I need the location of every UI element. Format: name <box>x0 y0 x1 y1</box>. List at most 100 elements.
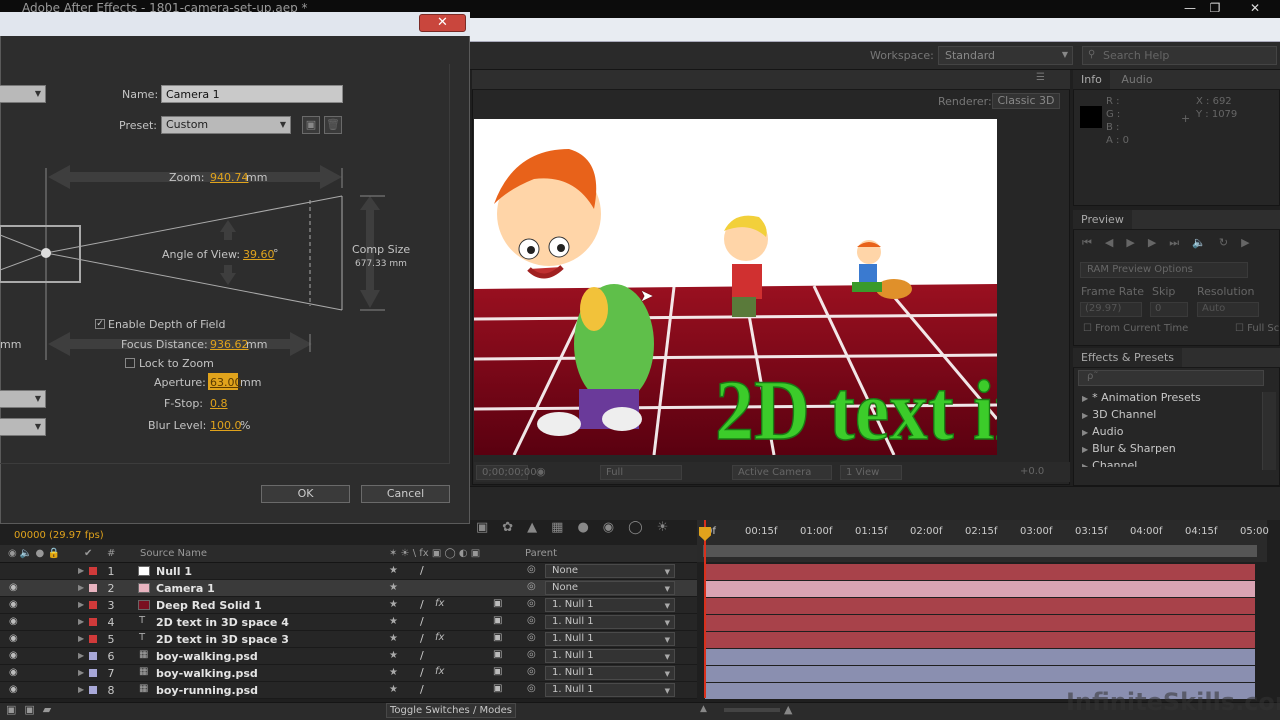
toggle-switches-modes-button[interactable]: Toggle Switches / Modes <box>386 703 516 718</box>
full-screen-checkbox[interactable]: ☐ Full Screen <box>1235 323 1280 334</box>
resolution-select[interactable]: Full <box>600 465 682 480</box>
tab-preview[interactable]: Preview <box>1073 210 1132 229</box>
layer-row[interactable]: ▶ 1 Null 1 ★ / ◎ None ▼ <box>0 563 697 580</box>
parent-select[interactable]: None ▼ <box>545 564 675 578</box>
timeline-tool-icons[interactable]: ▣✿▲▦●◉◯☀ <box>472 520 697 542</box>
fx-switch-icon[interactable]: fx <box>435 632 444 643</box>
fx-item[interactable]: ▶ * Animation Presets <box>1082 391 1201 404</box>
comp-timecode[interactable]: 0;00;00;00 <box>476 465 537 480</box>
focus-distance-value[interactable]: 936.62 <box>210 338 249 351</box>
eye-icon[interactable]: ◉ <box>9 684 18 695</box>
layer-name[interactable]: Camera 1 <box>156 582 215 595</box>
units-select[interactable]: ▼ <box>0 390 46 408</box>
3d-layer-icon[interactable]: ▣ <box>493 598 502 609</box>
expand-triangle-icon[interactable]: ▶ <box>78 634 84 643</box>
layer-name[interactable]: boy-walking.psd <box>156 667 258 680</box>
eye-icon[interactable]: ◉ <box>9 582 18 593</box>
label-color[interactable] <box>89 635 97 643</box>
3d-layer-icon[interactable]: ▣ <box>493 649 502 660</box>
label-color[interactable] <box>89 669 97 677</box>
fx-item[interactable]: ▶ 3D Channel <box>1082 408 1156 421</box>
shy-switch-icon[interactable]: ★ <box>389 684 398 695</box>
pickwhip-icon[interactable]: ◎ <box>527 649 536 660</box>
quality-switch-icon[interactable]: / <box>420 649 424 662</box>
column-source-header[interactable]: Source Name <box>140 548 207 559</box>
eye-icon[interactable]: ◉ <box>9 667 18 678</box>
zoom-out-icon[interactable]: ▲ <box>700 704 707 714</box>
pickwhip-icon[interactable]: ◎ <box>527 615 536 626</box>
cancel-button[interactable]: Cancel <box>361 485 450 503</box>
expand-triangle-icon[interactable]: ▶ <box>78 600 84 609</box>
effects-search-input[interactable]: ρ˜ <box>1078 370 1264 386</box>
measure-film-size-select[interactable]: ▼ <box>0 418 46 436</box>
layer-name[interactable]: Null 1 <box>156 565 192 578</box>
layer-duration-bar[interactable] <box>705 564 1255 580</box>
workspace-select[interactable]: Standard ▼ <box>938 46 1073 65</box>
angle-of-view-value[interactable]: 39.60 <box>243 248 275 261</box>
layer-duration-bar[interactable] <box>705 598 1255 614</box>
3d-layer-icon[interactable]: ▣ <box>493 683 502 694</box>
3d-layer-icon[interactable]: ▣ <box>493 666 502 677</box>
expand-triangle-icon[interactable]: ▶ <box>78 685 84 694</box>
frame-rate-select[interactable]: (29.97) <box>1080 302 1142 317</box>
pickwhip-icon[interactable]: ◎ <box>527 632 536 643</box>
effects-scrollbar[interactable] <box>1262 392 1276 470</box>
footer-icons[interactable]: ▣▣▰ <box>6 703 59 716</box>
label-color[interactable] <box>89 618 97 626</box>
eye-icon[interactable]: ◉ <box>9 650 18 661</box>
eye-icon[interactable]: ◉ <box>9 633 18 644</box>
aperture-value[interactable]: 63.00 <box>210 376 242 389</box>
timeline-zoom-slider[interactable] <box>724 708 780 712</box>
work-area-bar[interactable] <box>703 545 1257 557</box>
layer-duration-bar[interactable] <box>705 649 1255 665</box>
enable-dof-checkbox[interactable]: ✓ <box>95 319 105 329</box>
zoom-value[interactable]: 940.74 <box>210 171 249 184</box>
preset-select[interactable]: Custom ▼ <box>161 116 291 134</box>
shy-switch-icon[interactable]: ★ <box>389 599 398 610</box>
layer-row[interactable]: ◉ ▶ 7 ▦ boy-walking.psd ★ / fx ▣ ◎ 1. Null 1 ▼ <box>0 665 697 682</box>
expand-triangle-icon[interactable]: ▶ <box>78 583 84 592</box>
parent-select[interactable]: 1. Null 1 ▼ <box>545 632 675 646</box>
quality-switch-icon[interactable]: / <box>420 598 424 611</box>
exposure-value[interactable]: +0.0 <box>1020 466 1044 477</box>
shy-switch-icon[interactable]: ★ <box>389 650 398 661</box>
renderer-button[interactable]: Classic 3D <box>992 93 1060 109</box>
layer-row[interactable]: ◉ ▶ 8 ▦ boy-running.psd ★ / ▣ ◎ 1. Null 1 ▼ <box>0 682 697 699</box>
fx-switch-icon[interactable]: fx <box>435 598 444 609</box>
layer-name[interactable]: boy-walking.psd <box>156 650 258 663</box>
expand-triangle-icon[interactable]: ▶ <box>78 651 84 660</box>
current-time-indicator[interactable] <box>704 520 706 698</box>
blur-level-value[interactable]: 100.0 <box>210 419 242 432</box>
expand-triangle-icon[interactable]: ▶ <box>78 617 84 626</box>
camera-name-input[interactable] <box>161 85 343 103</box>
layer-duration-bar[interactable] <box>705 632 1255 648</box>
parent-select[interactable]: 1. Null 1 ▼ <box>545 666 675 680</box>
3d-layer-icon[interactable]: ▣ <box>493 615 502 626</box>
fstop-value[interactable]: 0.8 <box>210 397 228 410</box>
quality-switch-icon[interactable]: / <box>420 683 424 696</box>
layer-name[interactable]: Deep Red Solid 1 <box>156 599 262 612</box>
shy-switch-icon[interactable]: ★ <box>389 565 398 576</box>
layer-duration-bar[interactable] <box>705 615 1255 631</box>
lock-to-zoom-checkbox[interactable] <box>125 358 135 368</box>
preview-controls[interactable]: ⏮◀▶▶⏭🔈↻▶ <box>1082 236 1263 250</box>
from-current-checkbox[interactable]: ☐ From Current Time <box>1083 323 1188 334</box>
tab-info[interactable]: Info <box>1073 70 1110 89</box>
composition-viewer[interactable]: 2D text in 3D s <box>474 119 997 455</box>
skip-select[interactable]: 0 <box>1150 302 1188 317</box>
layer-name[interactable]: 2D text in 3D space 4 <box>156 616 289 629</box>
type-select[interactable]: ▼ <box>0 85 46 103</box>
shy-switch-icon[interactable]: ★ <box>389 582 398 593</box>
fx-item[interactable]: ▶ Audio <box>1082 425 1123 438</box>
layer-name[interactable]: boy-running.psd <box>156 684 258 697</box>
parent-select[interactable]: 1. Null 1 ▼ <box>545 615 675 629</box>
pickwhip-icon[interactable]: ◎ <box>527 581 536 592</box>
parent-select[interactable]: 1. Null 1 ▼ <box>545 683 675 697</box>
quality-switch-icon[interactable]: / <box>420 564 424 577</box>
quality-switch-icon[interactable]: / <box>420 615 424 628</box>
layer-row[interactable]: ◉ ▶ 5 T 2D text in 3D space 3 ★ / fx ▣ ◎ 1. Null 1… <box>0 631 697 648</box>
layer-duration-bar[interactable] <box>705 581 1255 597</box>
label-color[interactable] <box>89 567 97 575</box>
zoom-in-icon[interactable]: ▲ <box>784 703 792 716</box>
shy-switch-icon[interactable]: ★ <box>389 633 398 644</box>
